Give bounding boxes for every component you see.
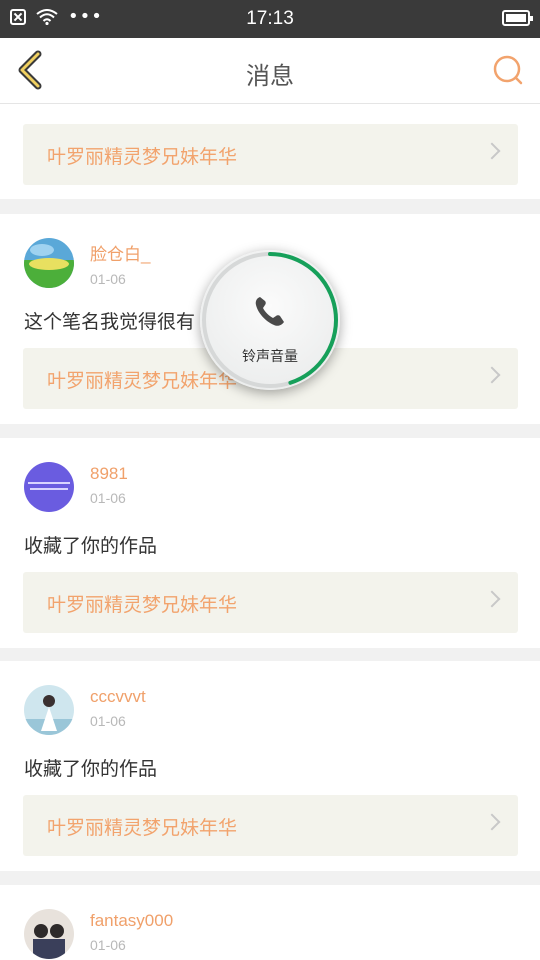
- avatar[interactable]: [24, 462, 74, 512]
- message-date: 01-06: [90, 713, 126, 729]
- page-title: 消息: [246, 62, 294, 90]
- message-feed[interactable]: 叶罗丽精灵梦兄妹年华 脸仓白_ 01-06 这个笔名我觉得很有 叶罗丽精灵梦兄妹…: [0, 104, 540, 960]
- username[interactable]: cccvvvt: [90, 687, 146, 707]
- user-row[interactable]: 脸仓白_ 01-06: [24, 238, 150, 290]
- message-date: 01-06: [90, 490, 126, 506]
- work-title: 叶罗丽精灵梦兄妹年华: [47, 146, 238, 168]
- message-card: 8981 01-06 收藏了你的作品 叶罗丽精灵梦兄妹年华: [0, 438, 540, 648]
- battery-icon: [502, 10, 533, 26]
- avatar[interactable]: [24, 909, 74, 959]
- work-link[interactable]: 叶罗丽精灵梦兄妹年华: [23, 124, 518, 185]
- status-bar: ••• 17:13: [0, 0, 540, 38]
- user-row[interactable]: 8981 01-06: [24, 462, 128, 514]
- chevron-right-icon: [483, 366, 501, 384]
- work-link[interactable]: 叶罗丽精灵梦兄妹年华: [23, 795, 518, 856]
- status-time: 17:13: [246, 8, 294, 29]
- message-text: 收藏了你的作品: [24, 758, 158, 780]
- message-text: 收藏了你的作品: [24, 535, 158, 557]
- user-row[interactable]: fantasy000 01-06: [24, 909, 173, 960]
- volume-label: 铃声音量: [242, 349, 298, 365]
- avatar[interactable]: [24, 238, 74, 288]
- message-card: fantasy000 01-06: [0, 885, 540, 960]
- message-date: 01-06: [90, 271, 126, 287]
- message-date: 01-06: [90, 937, 126, 953]
- chevron-right-icon: [483, 590, 501, 608]
- chevron-right-icon: [483, 142, 501, 160]
- message-text: 这个笔名我觉得很有: [24, 311, 196, 333]
- search-button[interactable]: [488, 50, 528, 90]
- work-link[interactable]: 叶罗丽精灵梦兄妹年华: [23, 572, 518, 633]
- volume-overlay: 铃声音量: [200, 250, 340, 390]
- username[interactable]: 8981: [90, 464, 128, 484]
- work-title: 叶罗丽精灵梦兄妹年华: [47, 594, 238, 616]
- user-row[interactable]: cccvvvt 01-06: [24, 685, 146, 737]
- message-card: cccvvvt 01-06 收藏了你的作品 叶罗丽精灵梦兄妹年华: [0, 661, 540, 871]
- phone-icon: [255, 297, 284, 326]
- nav-bar: 消息: [0, 38, 540, 104]
- username[interactable]: 脸仓白_: [90, 240, 150, 265]
- avatar[interactable]: [24, 685, 74, 735]
- search-icon: [493, 55, 523, 85]
- username[interactable]: fantasy000: [90, 911, 173, 931]
- chevron-right-icon: [483, 813, 501, 831]
- message-card: 叶罗丽精灵梦兄妹年华: [0, 104, 540, 199]
- work-title: 叶罗丽精灵梦兄妹年华: [47, 817, 238, 839]
